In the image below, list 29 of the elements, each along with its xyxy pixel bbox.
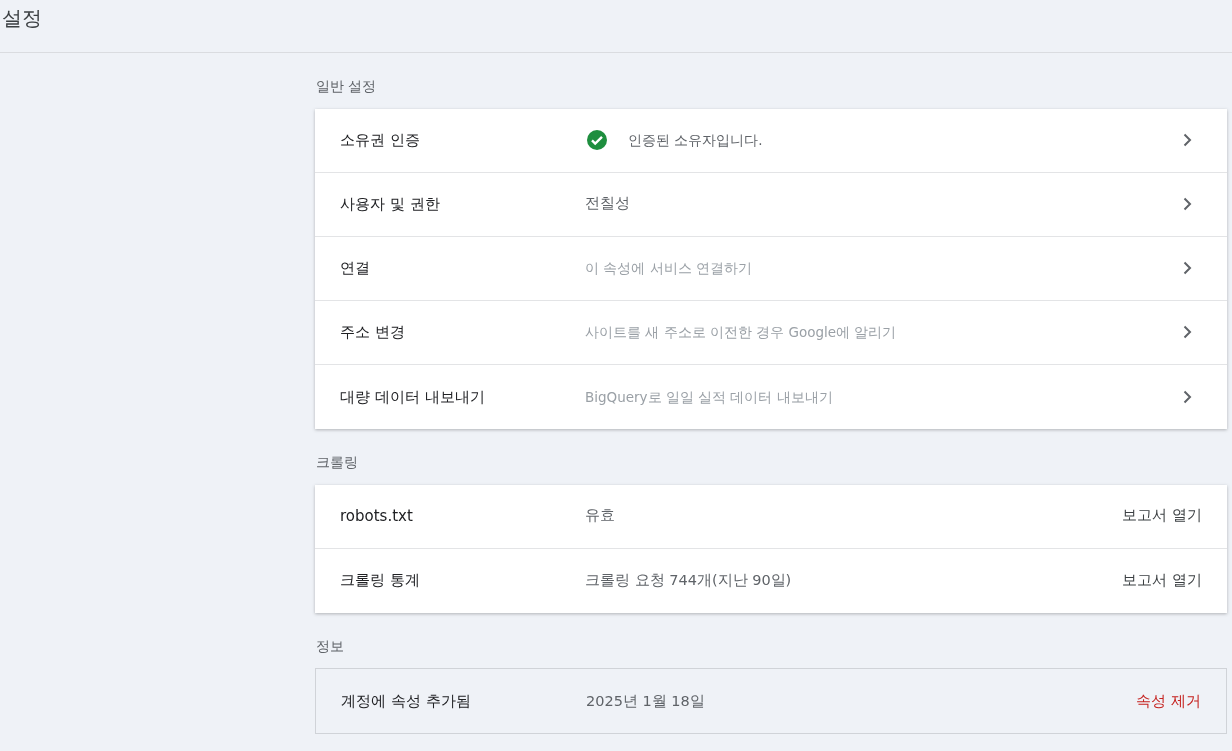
report-link[interactable]: 보고서 열기 <box>1122 569 1202 592</box>
row-label: robots.txt <box>340 505 414 527</box>
row-value: 이 속성에 서비스 연결하기 <box>585 259 752 279</box>
chevron-right-icon[interactable] <box>1182 197 1192 212</box>
row-label: 대량 데이터 내보내기 <box>340 386 486 408</box>
row-label: 계정에 속성 추가됨 <box>341 691 472 713</box>
row-value: BigQuery로 일일 실적 데이터 내보내기 <box>585 387 833 407</box>
section-title: 정보 <box>315 636 345 656</box>
check-circle-icon <box>586 129 608 152</box>
row-value: 전칠성 <box>585 194 630 214</box>
chevron-right-icon[interactable] <box>1182 261 1192 276</box>
row-label: 소유권 인증 <box>340 130 421 152</box>
section-title: 크롤링 <box>315 452 359 472</box>
row-value: 사이트를 새 주소로 이전한 경우 Google에 알리기 <box>585 323 897 343</box>
row-value: 2025년 1월 18일 <box>586 691 705 711</box>
report-link[interactable]: 보고서 열기 <box>1122 505 1202 527</box>
chevron-right-icon[interactable] <box>1182 325 1192 340</box>
row-label: 크롤링 통계 <box>340 570 421 592</box>
row-value: 유효 <box>585 506 615 526</box>
row-value: 크롤링 요청 744개(지난 90일) <box>585 570 792 590</box>
page-title: 설정 <box>2 6 43 30</box>
chevron-right-icon[interactable] <box>1182 389 1192 404</box>
row-label: 연결 <box>340 258 371 280</box>
row-label: 사용자 및 권한 <box>340 194 441 216</box>
chevron-right-icon[interactable] <box>1182 133 1192 148</box>
section-title: 일반 설정 <box>315 77 378 96</box>
remove-link[interactable]: 속성 제거 <box>1136 690 1201 713</box>
row-value: 인증된 소유자입니다. <box>628 131 763 151</box>
row-label: 주소 변경 <box>340 322 406 344</box>
